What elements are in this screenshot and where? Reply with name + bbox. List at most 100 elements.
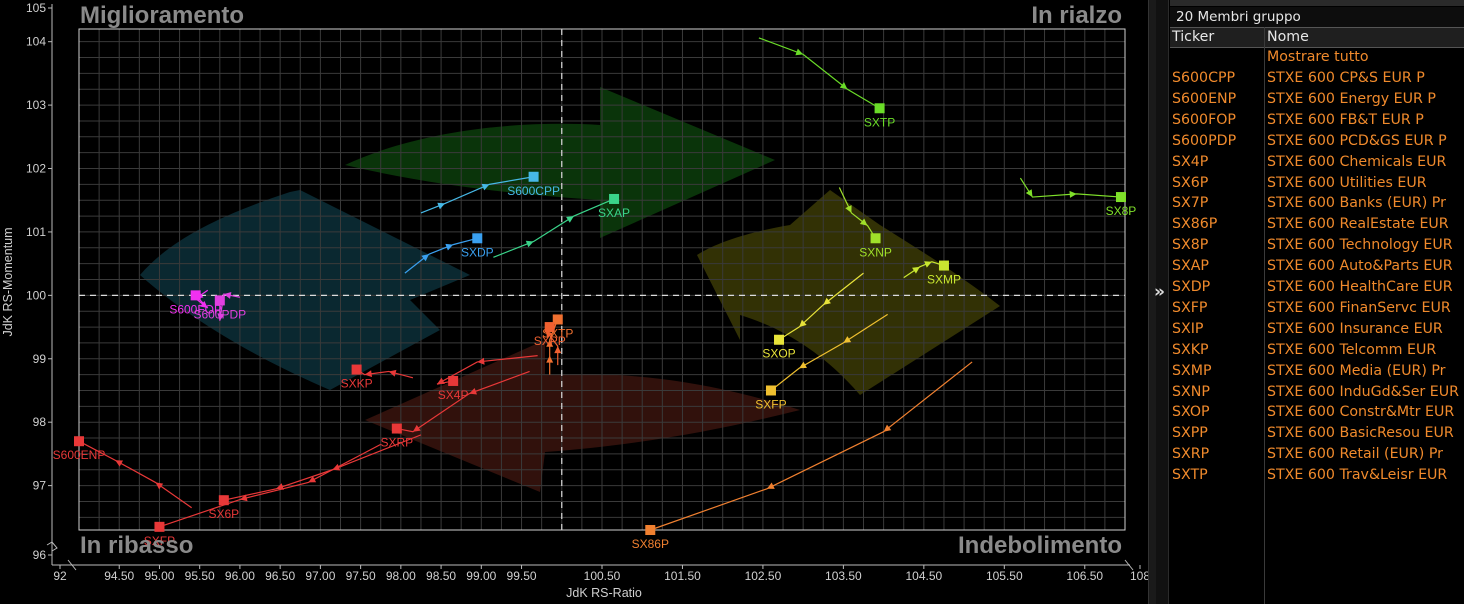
member-ticker: SXTP bbox=[1172, 467, 1208, 484]
series-label: SXDP bbox=[461, 245, 494, 259]
member-row[interactable]: SXRP STXE 600 Retail (EUR) Pr bbox=[1170, 444, 1464, 465]
member-row[interactable]: SX8P STXE 600 Technology EUR bbox=[1170, 235, 1464, 256]
rrg-chart: 96 97 98 99 100 101 102 103 104 105 92 94.50 95.00 95… bbox=[1, 1, 1148, 600]
x-tick-label: 96.50 bbox=[265, 569, 295, 583]
member-ticker: S600FOP bbox=[1172, 111, 1236, 128]
member-name: STXE 600 PCD&GS EUR P bbox=[1267, 132, 1447, 149]
x-tick-label: 94.50 bbox=[104, 569, 134, 583]
member-row[interactable]: SXMP STXE 600 Media (EUR) Pr bbox=[1170, 361, 1464, 382]
series-marker[interactable] bbox=[874, 103, 885, 114]
x-tick-label: 98.00 bbox=[386, 569, 416, 583]
y-axis-label: JdK RS-Momentum bbox=[1, 227, 15, 336]
series-marker[interactable] bbox=[528, 171, 539, 182]
member-row[interactable]: SXDP STXE 600 HealthCare EUR bbox=[1170, 277, 1464, 298]
y-tick-label: 104 bbox=[26, 35, 46, 49]
member-row[interactable]: S600CPP STXE 600 CP&S EUR P bbox=[1170, 68, 1464, 89]
series-marker[interactable] bbox=[391, 423, 402, 434]
series-marker[interactable] bbox=[645, 525, 656, 535]
member-row[interactable]: SX6P STXE 600 Utilities EUR bbox=[1170, 173, 1464, 194]
member-row[interactable]: SXOP STXE 600 Constr&Mtr EUR bbox=[1170, 402, 1464, 423]
x-tick-label: 103.50 bbox=[825, 569, 862, 583]
member-row[interactable]: S600FOP STXE 600 FB&T EUR P bbox=[1170, 110, 1464, 131]
member-name: STXE 600 Insurance EUR bbox=[1267, 320, 1443, 337]
series-marker[interactable] bbox=[74, 436, 84, 447]
member-name: STXE 600 Energy EUR P bbox=[1267, 90, 1436, 107]
trail-arrowhead bbox=[566, 216, 574, 223]
member-ticker: SXIP bbox=[1172, 320, 1204, 337]
member-name: STXE 600 Auto&Parts EUR bbox=[1267, 258, 1453, 275]
series-label: S600PDP bbox=[193, 307, 246, 321]
member-name: STXE 600 RealEstate EUR bbox=[1267, 216, 1449, 233]
series-marker[interactable] bbox=[472, 233, 483, 244]
member-ticker: SX8P bbox=[1172, 237, 1209, 254]
series-label: SXMP bbox=[927, 273, 961, 287]
series-marker[interactable] bbox=[351, 364, 362, 375]
column-header-name[interactable]: Nome bbox=[1267, 28, 1309, 47]
group-count-label: 20 Membri gruppo bbox=[1170, 7, 1464, 27]
member-row[interactable]: SXIP STXE 600 Insurance EUR bbox=[1170, 319, 1464, 340]
member-name: STXE 600 Trav&Leisr EUR bbox=[1267, 467, 1448, 484]
series-s600enp[interactable]: S600ENP bbox=[53, 436, 192, 509]
series-marker[interactable] bbox=[870, 233, 881, 244]
member-row[interactable]: SXFP STXE 600 FinanServc EUR bbox=[1170, 298, 1464, 319]
member-name: STXE 600 FinanServc EUR bbox=[1267, 299, 1451, 316]
series-marker[interactable] bbox=[544, 322, 555, 333]
member-row[interactable]: SX7P STXE 600 Banks (EUR) Pr bbox=[1170, 193, 1464, 214]
quadrant-label-bottom-right: Indebolimento bbox=[958, 532, 1122, 559]
y-tick-label: 96 bbox=[33, 548, 47, 562]
member-row[interactable]: S600PDP STXE 600 PCD&GS EUR P bbox=[1170, 131, 1464, 152]
series-marker[interactable] bbox=[190, 290, 201, 301]
member-row[interactable]: SXPP STXE 600 BasicResou EUR bbox=[1170, 423, 1464, 444]
member-name: STXE 600 Banks (EUR) Pr bbox=[1267, 195, 1446, 212]
x-tick-label: 106.50 bbox=[1066, 569, 1103, 583]
member-row[interactable]: SXKP STXE 600 Telcomm EUR bbox=[1170, 340, 1464, 361]
double-chevron-right-icon[interactable]: » bbox=[1154, 282, 1165, 302]
y-tick-label: 103 bbox=[26, 98, 46, 112]
x-tick-label: 104.50 bbox=[905, 569, 942, 583]
x-tick-label: 96.00 bbox=[225, 569, 255, 583]
column-header-ticker[interactable]: Ticker bbox=[1172, 28, 1214, 47]
member-row[interactable]: SX86P STXE 600 RealEstate EUR bbox=[1170, 214, 1464, 235]
collapse-strip[interactable] bbox=[1156, 0, 1169, 604]
member-name: STXE 600 FB&T EUR P bbox=[1267, 111, 1424, 128]
trail-arrowhead bbox=[388, 369, 397, 377]
series-marker[interactable] bbox=[765, 385, 776, 396]
series-marker[interactable] bbox=[154, 521, 165, 532]
member-ticker: S600PDP bbox=[1172, 132, 1237, 149]
member-ticker: SXDP bbox=[1172, 279, 1211, 295]
member-ticker: SXPP bbox=[1172, 425, 1208, 442]
member-row[interactable]: S600ENP STXE 600 Energy EUR P bbox=[1170, 89, 1464, 110]
member-ticker: SX7P bbox=[1172, 195, 1209, 212]
member-ticker: S600CPP bbox=[1172, 70, 1236, 86]
member-name: STXE 600 Chemicals EUR bbox=[1267, 153, 1447, 170]
series-marker[interactable] bbox=[1115, 192, 1126, 203]
members-table-header: Ticker Nome bbox=[1170, 27, 1464, 48]
series-label: S600ENP bbox=[53, 448, 106, 462]
member-name: STXE 600 Utilities EUR bbox=[1267, 174, 1427, 191]
series-marker[interactable] bbox=[938, 260, 949, 271]
member-name: STXE 600 Constr&Mtr EUR bbox=[1267, 404, 1455, 421]
series-label: SXTP bbox=[864, 115, 895, 129]
series-label: SX6P bbox=[208, 507, 239, 521]
series-sxtp[interactable]: SXTP bbox=[758, 37, 895, 129]
member-ticker: SXRP bbox=[1172, 446, 1210, 463]
member-name: STXE 600 Telcomm EUR bbox=[1267, 341, 1437, 358]
x-tick-label: 98.50 bbox=[426, 569, 456, 583]
show-all-row[interactable]: Mostrare tutto bbox=[1170, 47, 1464, 68]
series-label: SXKP bbox=[341, 377, 373, 391]
member-row[interactable]: SXTP STXE 600 Trav&Leisr EUR bbox=[1170, 465, 1464, 486]
member-name: STXE 600 CP&S EUR P bbox=[1267, 70, 1425, 86]
member-name: STXE 600 Technology EUR bbox=[1267, 237, 1453, 254]
series-label: SX4P bbox=[438, 388, 469, 402]
member-row[interactable]: SXNP STXE 600 InduGd&Ser EUR bbox=[1170, 382, 1464, 403]
y-tick-label: 100 bbox=[26, 288, 46, 302]
show-all-link[interactable]: Mostrare tutto bbox=[1267, 47, 1369, 68]
series-marker[interactable] bbox=[448, 375, 459, 386]
member-row[interactable]: SXAP STXE 600 Auto&Parts EUR bbox=[1170, 256, 1464, 277]
series-marker[interactable] bbox=[214, 295, 225, 306]
series-label: SXPP bbox=[534, 334, 566, 348]
series-marker[interactable] bbox=[774, 334, 785, 345]
series-marker[interactable] bbox=[609, 193, 620, 204]
member-row[interactable]: SX4P STXE 600 Chemicals EUR bbox=[1170, 152, 1464, 173]
green-arrow-shape bbox=[345, 87, 775, 238]
